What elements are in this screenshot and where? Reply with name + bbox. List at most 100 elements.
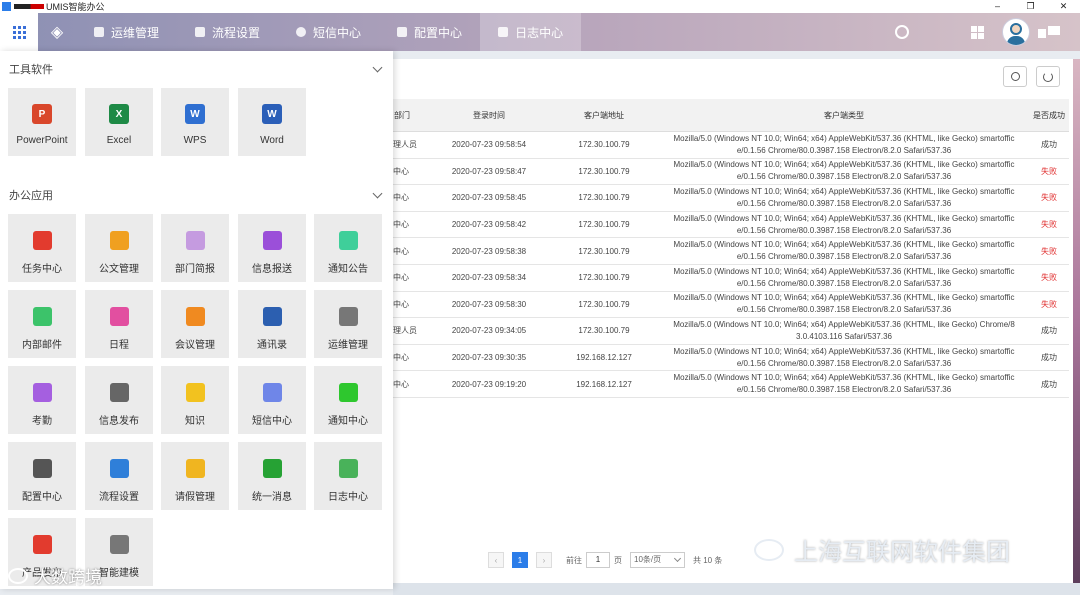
page-number-input[interactable]: 1 xyxy=(586,552,610,568)
table-row[interactable]: 中心 2020-07-23 09:58:47 172.30.100.79 Mozill… xyxy=(393,158,1069,186)
switch-view-icon[interactable] xyxy=(1038,26,1060,38)
cell-client-ip: 192.168.12.127 xyxy=(549,370,659,398)
report-icon xyxy=(185,231,205,250)
tool-tile-word[interactable]: W Word xyxy=(238,88,306,156)
user-agent-line: Mozilla/5.0 (Windows NT 10.0; Win64; x64… xyxy=(673,133,1015,143)
user-agent-line: 3.0.4103.116 Safari/537.36 xyxy=(796,331,892,341)
col-client-ip[interactable]: 客户端地址 xyxy=(549,99,659,132)
flow-icon xyxy=(195,27,206,37)
nav-item-config[interactable]: 配置中心 xyxy=(379,13,480,51)
cell-dept: 理人员 xyxy=(393,131,429,159)
app-tile[interactable]: 通知公告 xyxy=(314,214,382,282)
tool-tile-powerpoint[interactable]: P PowerPoint xyxy=(8,88,76,156)
user-avatar[interactable] xyxy=(1002,18,1030,46)
close-button[interactable]: ✕ xyxy=(1047,0,1080,13)
app-tile[interactable]: 信息报送 xyxy=(238,214,306,282)
table-row[interactable]: 中心 2020-07-23 09:30:35 192.168.12.127 Mozil… xyxy=(393,344,1069,372)
office-section-header[interactable]: 办公应用 xyxy=(0,187,393,205)
calendar-icon xyxy=(109,307,129,326)
wps-icon: W xyxy=(185,104,205,124)
watermark-text: 上海互联网软件集团 xyxy=(794,539,1010,566)
table-row[interactable]: 理人员 2020-07-23 09:58:54 172.30.100.79 Mozil… xyxy=(393,131,1069,159)
app-tile[interactable]: 日程 xyxy=(85,290,153,358)
page-size-select[interactable]: 10条/页 xyxy=(630,552,685,568)
app-tile[interactable]: 考勤 xyxy=(8,366,76,434)
refresh-icon xyxy=(1043,71,1053,82)
sms-icon xyxy=(262,383,282,402)
cell-success-status: 成功 xyxy=(1029,370,1069,398)
tile-label: 内部邮件 xyxy=(22,340,62,351)
tile-label: 统一消息 xyxy=(252,492,292,503)
table-row[interactable]: 中心 2020-07-23 09:58:34 172.30.100.79 Mozill… xyxy=(393,264,1069,292)
table-row[interactable]: 中心 2020-07-23 09:58:42 172.30.100.79 Mozill… xyxy=(393,211,1069,239)
tile-label: 流程设置 xyxy=(99,492,139,503)
windows-icon[interactable] xyxy=(971,25,984,39)
tile-label: PowerPoint xyxy=(16,135,68,146)
app-tile[interactable]: 任务中心 xyxy=(8,214,76,282)
app-tile[interactable]: 日志中心 xyxy=(314,442,382,510)
tools-section-header[interactable]: 工具软件 xyxy=(0,61,393,79)
app-tile[interactable]: 信息发布 xyxy=(85,366,153,434)
col-dept[interactable]: 部门 xyxy=(393,99,429,132)
app-tile[interactable]: 通知中心 xyxy=(314,366,382,434)
app-tile[interactable]: 配置中心 xyxy=(8,442,76,510)
nav-item-ops[interactable]: 运维管理 xyxy=(76,13,177,51)
app-launcher-panel: 工具软件 P PowerPoint X Excel W WPS W Word 办… xyxy=(0,51,393,589)
cell-client-ip: 172.30.100.79 xyxy=(549,264,659,292)
home-button[interactable]: ◈ xyxy=(38,13,76,51)
refresh-button[interactable] xyxy=(1036,66,1060,87)
app-launcher-button[interactable] xyxy=(0,13,38,51)
section-title: 办公应用 xyxy=(9,190,53,202)
table-row[interactable]: 中心 2020-07-23 09:19:20 192.168.12.127 Mozil… xyxy=(393,370,1069,398)
window-title: UMIS智能办公 xyxy=(46,2,105,12)
nav-item-log[interactable]: 日志中心 xyxy=(480,13,582,51)
app-tile[interactable]: 公文管理 xyxy=(85,214,153,282)
cell-client-ip: 172.30.100.79 xyxy=(549,158,659,186)
user-agent-line: e/0.1.56 Chrome/80.0.3987.158 Electron/8… xyxy=(736,145,952,155)
app-tile[interactable]: 内部邮件 xyxy=(8,290,76,358)
maximize-button[interactable]: ❐ xyxy=(1014,0,1047,13)
chevron-down-icon[interactable] xyxy=(372,188,383,199)
prev-page-button[interactable]: ‹ xyxy=(488,552,504,568)
location-icon xyxy=(32,383,52,402)
model-icon xyxy=(109,535,129,554)
login-log-panel: 部门 登录时间 客户端地址 客户端类型 是否成功 理人员 2020-07-23 0… xyxy=(393,59,1073,583)
table-row[interactable]: 理人员 2020-07-23 09:34:05 172.30.100.79 Mozil… xyxy=(393,317,1069,345)
table-row[interactable]: 中心 2020-07-23 09:58:30 172.30.100.79 Mozill… xyxy=(393,291,1069,319)
app-tile[interactable]: 请假管理 xyxy=(161,442,229,510)
cell-client-ip: 172.30.100.79 xyxy=(549,237,659,265)
table-row[interactable]: 中心 2020-07-23 09:58:38 172.30.100.79 Mozill… xyxy=(393,237,1069,265)
app-tile[interactable]: 部门简报 xyxy=(161,214,229,282)
search-icon[interactable] xyxy=(895,25,909,39)
search-button[interactable] xyxy=(1003,66,1027,87)
cell-login-time: 2020-07-23 09:58:30 xyxy=(429,291,549,319)
nav-item-label: 运维管理 xyxy=(111,25,160,40)
cell-client-ip: 172.30.100.79 xyxy=(549,184,659,212)
app-tile[interactable]: 通讯录 xyxy=(238,290,306,358)
col-login-time[interactable]: 登录时间 xyxy=(429,99,549,132)
col-success[interactable]: 是否成功 xyxy=(1029,99,1069,132)
app-tile[interactable]: 会议管理 xyxy=(161,290,229,358)
minimize-button[interactable]: – xyxy=(981,0,1014,13)
cell-client-type: Mozilla/5.0 (Windows NT 10.0; Win64; x64… xyxy=(659,158,1029,186)
app-tile[interactable]: 统一消息 xyxy=(238,442,306,510)
table-row[interactable]: 中心 2020-07-23 09:58:45 172.30.100.79 Mozill… xyxy=(393,184,1069,212)
app-tile[interactable]: 知识 xyxy=(161,366,229,434)
office-apps-grid: 任务中心 公文管理 部门简报 信息报送 通知公告内部邮件 日程 会议管理 通讯录 运维管理考勤 信… xyxy=(0,205,393,595)
nav-item-flow[interactable]: 流程设置 xyxy=(177,13,278,51)
chevron-down-icon[interactable] xyxy=(372,62,383,73)
cell-success-status: 失败 xyxy=(1029,237,1069,265)
next-page-button[interactable]: › xyxy=(536,552,552,568)
current-page[interactable]: 1 xyxy=(512,552,528,568)
cell-dept: 中心 xyxy=(393,291,429,319)
tool-tile-excel[interactable]: X Excel xyxy=(85,88,153,156)
col-client-type[interactable]: 客户端类型 xyxy=(659,99,1029,132)
cell-client-ip: 172.30.100.79 xyxy=(549,211,659,239)
tool-tile-wps[interactable]: W WPS xyxy=(161,88,229,156)
app-tile[interactable]: 流程设置 xyxy=(85,442,153,510)
nav-item-sms[interactable]: 短信中心 xyxy=(278,13,379,51)
app-tile[interactable]: 运维管理 xyxy=(314,290,382,358)
app-tile[interactable]: 短信中心 xyxy=(238,366,306,434)
excel-icon: X xyxy=(109,104,129,124)
watermark-right: 上海互联网软件集团 xyxy=(754,532,1010,567)
